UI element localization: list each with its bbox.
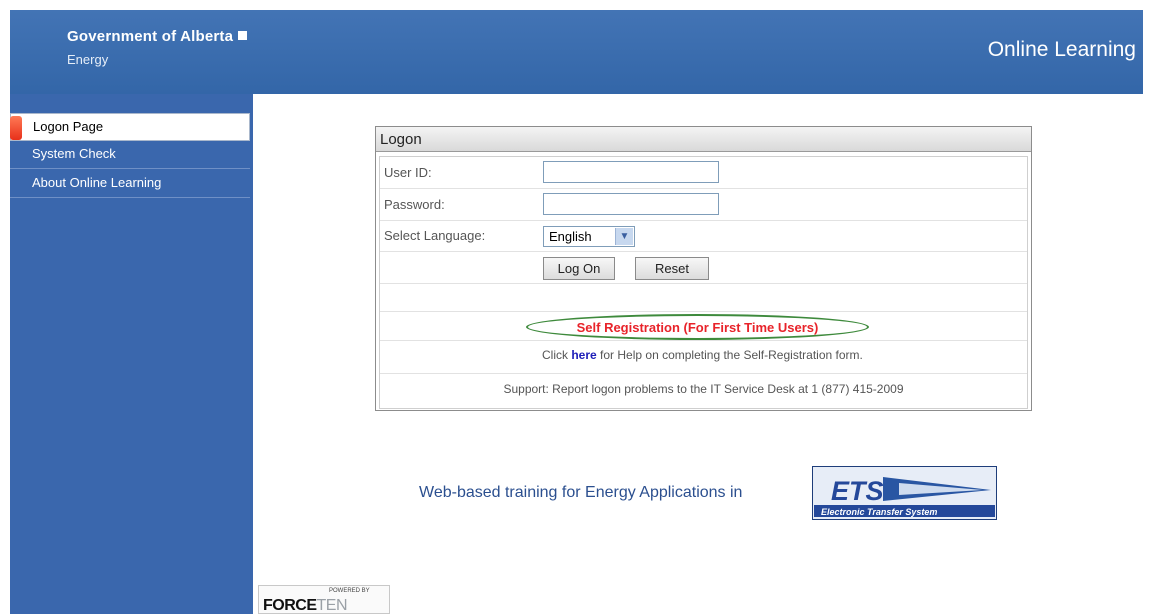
ets-logo-subtitle: Electronic Transfer System <box>821 507 937 517</box>
support-text: Support: Report logon problems to the IT… <box>503 382 904 396</box>
password-input[interactable] <box>543 193 719 215</box>
logon-panel: Logon User ID: Password: Select Language… <box>375 126 1032 411</box>
logon-form: User ID: Password: Select Language: Engl… <box>379 156 1028 409</box>
language-select[interactable]: English ▼ <box>543 226 635 247</box>
department-name: Energy <box>67 52 109 67</box>
header-banner: Government of Alberta Energy Online Lear… <box>10 10 1143 94</box>
alberta-logo-square <box>238 31 248 40</box>
buttons-row: Log On Reset <box>380 252 1027 284</box>
language-row: Select Language: English ▼ <box>380 221 1027 252</box>
reset-button[interactable]: Reset <box>635 257 709 280</box>
password-label: Password: <box>384 197 445 212</box>
user-id-label: User ID: <box>384 165 432 180</box>
sidebar-item-label: Logon Page <box>33 119 104 134</box>
sidebar-item-logon-page[interactable]: Logon Page <box>10 113 250 141</box>
forceten-brand: FORCETEN <box>263 597 347 614</box>
language-label: Select Language: <box>384 228 486 243</box>
logon-panel-title: Logon <box>376 127 1031 152</box>
sidebar: Logon Page System Check About Online Lea… <box>10 94 253 614</box>
chevron-down-icon[interactable]: ▼ <box>615 228 633 245</box>
sidebar-item-about-online-learning[interactable]: About Online Learning <box>10 170 250 198</box>
log-on-button[interactable]: Log On <box>543 257 615 280</box>
sidebar-item-label: System Check <box>32 146 116 161</box>
sidebar-item-label: About Online Learning <box>32 175 162 190</box>
active-marker-icon <box>10 116 22 140</box>
help-row <box>380 341 1027 374</box>
forceten-logo: POWERED BY FORCETEN <box>258 585 390 614</box>
org-name: Government of Alberta <box>67 28 248 45</box>
ets-logo-text: ETS <box>831 476 884 506</box>
spacer-row <box>380 284 1027 312</box>
ets-logo[interactable]: ETS Electronic Transfer System <box>812 466 997 520</box>
sidebar-item-system-check[interactable]: System Check <box>10 141 250 169</box>
powered-by-text: POWERED BY <box>329 588 370 594</box>
ets-logo-graphic: ETS Electronic Transfer System <box>813 467 996 519</box>
user-id-input[interactable] <box>543 161 719 183</box>
self-registration-row <box>380 312 1027 341</box>
training-text: Web-based training for Energy Applicatio… <box>419 484 743 501</box>
user-id-row: User ID: <box>380 157 1027 189</box>
language-selected-value: English <box>549 229 592 244</box>
password-row: Password: <box>380 189 1027 221</box>
app-title: Online Learning <box>987 38 1136 61</box>
